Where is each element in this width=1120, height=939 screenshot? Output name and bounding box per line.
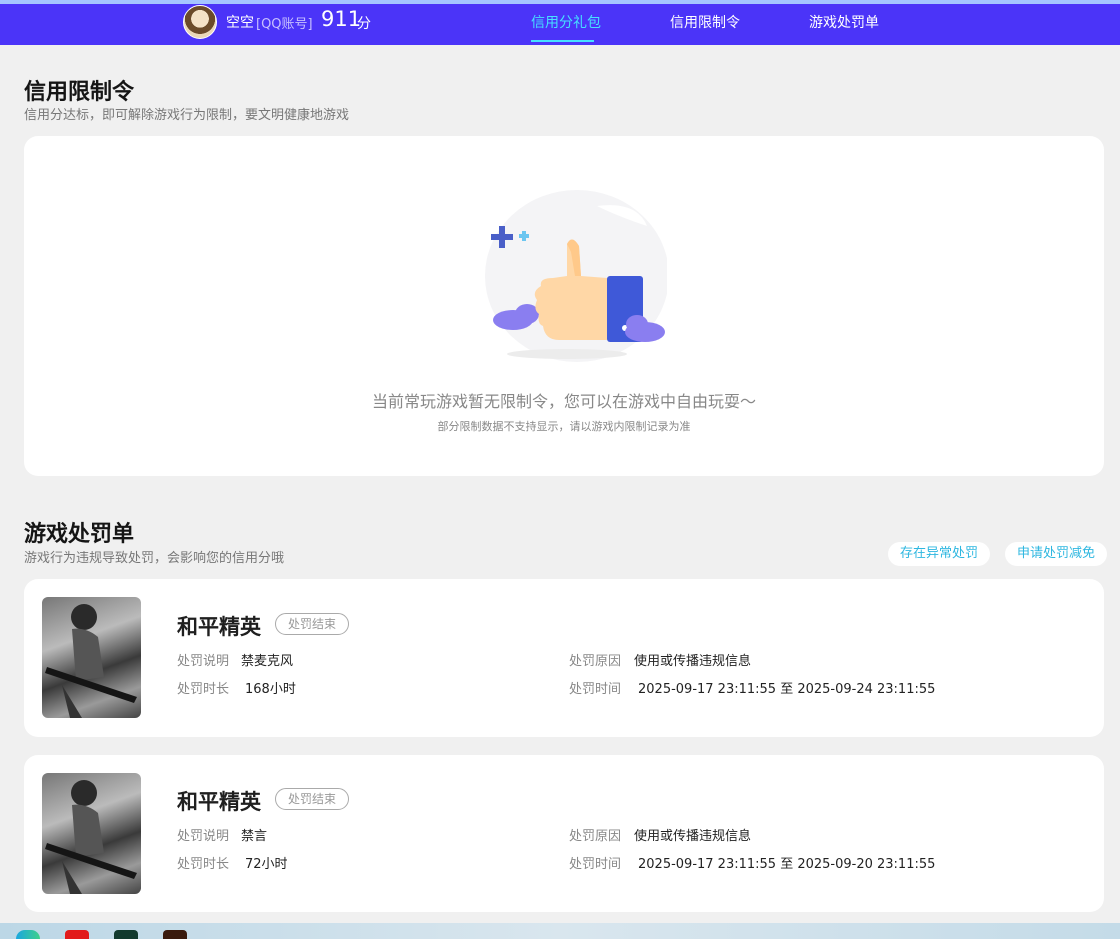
penalty-section-title: 游戏处罚单 <box>24 522 135 547</box>
abnormal-penalty-button[interactable]: 存在异常处罚 <box>888 542 991 566</box>
credit-score-value: 911 <box>321 7 362 31</box>
game-cover-image <box>42 597 141 718</box>
time-label: 处罚时间 <box>569 682 622 697</box>
app-taskbar-icon[interactable] <box>163 930 187 939</box>
time-value: 2025-09-17 23:11:55 至 2025-09-20 23:11:5… <box>638 857 936 872</box>
reason-label: 处罚原因 <box>569 829 622 844</box>
status-badge: 处罚结束 <box>275 788 350 810</box>
credit-score-unit: 分 <box>357 16 371 32</box>
description-label: 处罚说明 <box>177 654 230 669</box>
penalty-section-subtitle: 游戏行为违规导致处罚，会影响您的信用分哦 <box>24 551 285 566</box>
no-restriction-message: 当前常玩游戏暂无限制令，您可以在游戏中自由玩耍～ <box>371 392 756 411</box>
description-value: 禁言 <box>241 829 268 844</box>
status-badge: 处罚结束 <box>275 613 350 635</box>
tab-credit-restriction[interactable]: 信用限制令 <box>670 12 740 32</box>
duration-label: 处罚时长 <box>177 682 230 697</box>
penalty-reduction-button[interactable]: 申请处罚减免 <box>1005 542 1108 566</box>
description-value: 禁麦克风 <box>241 654 294 669</box>
user-avatar[interactable] <box>183 5 217 39</box>
tab-game-penalty[interactable]: 游戏处罚单 <box>809 12 879 32</box>
app-taskbar-icon[interactable] <box>65 930 89 939</box>
tab-credit-gift[interactable]: 信用分礼包 <box>531 12 601 32</box>
penalty-record-card[interactable]: 和平精英 处罚结束 处罚说明 禁言 处罚时长 72小时 处罚原因 使用或传播违规… <box>24 755 1104 912</box>
restriction-section-title: 信用限制令 <box>24 80 135 105</box>
game-name: 和平精英 <box>177 615 261 639</box>
time-value: 2025-09-17 23:11:55 至 2025-09-24 23:11:5… <box>638 682 936 697</box>
time-label: 处罚时间 <box>569 857 622 872</box>
username: 空空 <box>226 15 254 31</box>
penalty-record-card[interactable]: 和平精英 处罚结束 处罚说明 禁麦克风 处罚时长 168小时 处罚原因 使用或传… <box>24 579 1104 737</box>
game-name: 和平精英 <box>177 790 261 814</box>
duration-value: 168小时 <box>245 682 296 697</box>
no-restriction-note: 部分限制数据不支持显示，请以游戏内限制记录为准 <box>437 420 691 433</box>
app-taskbar-icon[interactable] <box>114 930 138 939</box>
duration-value: 72小时 <box>245 857 288 872</box>
game-cover-image <box>42 773 141 894</box>
active-tab-indicator <box>531 40 594 42</box>
reason-label: 处罚原因 <box>569 654 622 669</box>
restriction-section-subtitle: 信用分达标，即可解除游戏行为限制，要文明健康地游戏 <box>24 108 350 123</box>
reason-value: 使用或传播违规信息 <box>634 829 752 844</box>
account-type-label: [QQ账号] <box>256 17 313 32</box>
duration-label: 处罚时长 <box>177 857 230 872</box>
restriction-empty-card: 当前常玩游戏暂无限制令，您可以在游戏中自由玩耍～ 部分限制数据不支持显示，请以游… <box>24 136 1104 476</box>
browser-taskbar-icon[interactable] <box>16 930 40 939</box>
os-taskbar <box>0 923 1120 939</box>
description-label: 处罚说明 <box>177 829 230 844</box>
reason-value: 使用或传播违规信息 <box>634 654 752 669</box>
thumbs-up-illustration-icon <box>485 190 667 362</box>
